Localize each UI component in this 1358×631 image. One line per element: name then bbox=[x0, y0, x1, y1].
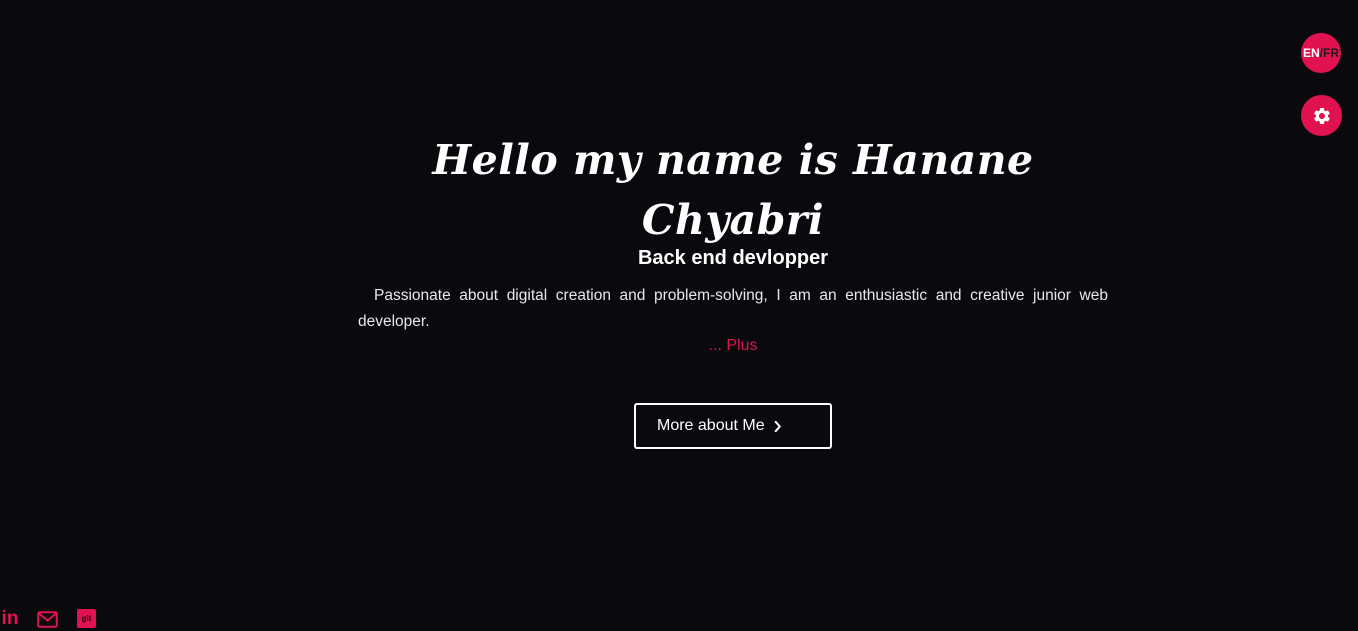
linkedin-icon[interactable]: in bbox=[0, 608, 20, 629]
hero-title: Hello my name is Hanane Chyabri bbox=[432, 136, 1034, 244]
git-icon[interactable]: git bbox=[77, 609, 96, 628]
chevron-right-icon bbox=[774, 420, 782, 432]
portfolio-home: EN / FR Hello my name is Hanane Chyabri Ba… bbox=[0, 0, 1358, 631]
language-en[interactable]: EN bbox=[1303, 46, 1320, 60]
hero-description: Passionate about digital creation and pr… bbox=[358, 287, 1108, 330]
mail-icon[interactable] bbox=[37, 609, 58, 629]
hero-section: Hello my name is Hanane Chyabri Back end… bbox=[358, 130, 1108, 357]
read-more-link[interactable]: ... Plus bbox=[709, 335, 758, 357]
settings-button[interactable] bbox=[1301, 95, 1342, 136]
hero-subtitle: Back end devlopper bbox=[637, 247, 829, 269]
more-about-me-button[interactable]: More about Me bbox=[634, 403, 832, 449]
language-toggle[interactable]: EN / FR bbox=[1301, 33, 1341, 73]
gear-icon bbox=[1313, 107, 1330, 124]
language-fr[interactable]: FR bbox=[1323, 46, 1339, 60]
more-about-me-label: More about Me bbox=[657, 417, 765, 434]
